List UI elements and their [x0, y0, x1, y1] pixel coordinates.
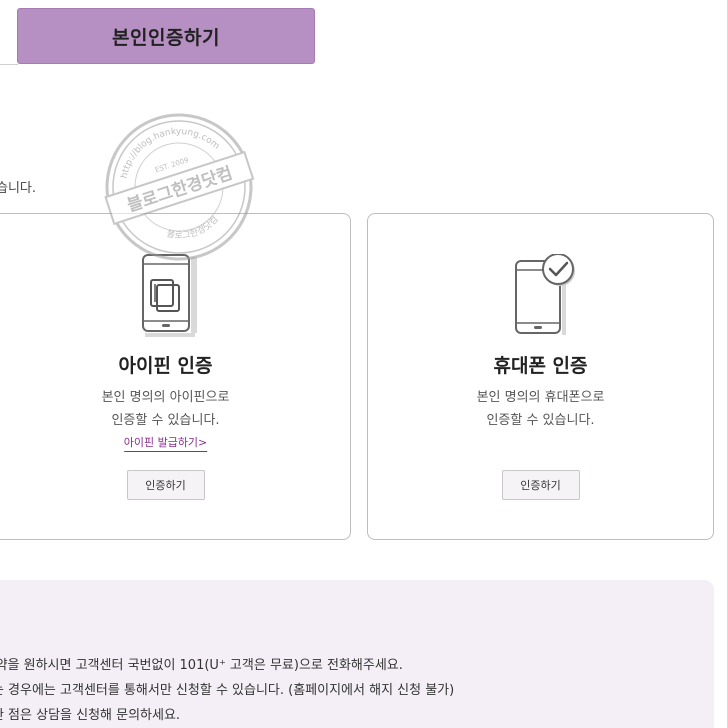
phone-desc-line2: 인증할 수 있습니다.: [486, 413, 595, 428]
svg-text:EST. 2009: EST. 2009: [154, 156, 189, 174]
tab-divider: [0, 64, 18, 65]
ipin-card-title: 아이핀 인증: [118, 355, 213, 377]
ipin-desc-line1: 본인 명의의 아이핀으로: [101, 390, 230, 405]
phone-card: 휴대폰 인증 본인 명의의 휴대폰으로 인증할 수 있습니다. 인증하기: [367, 213, 714, 540]
page-title-tab[interactable]: 본인인증하기: [17, 8, 315, 64]
ipin-card: 아이핀 인증 본인 명의의 아이핀으로 인증할 수 있습니다. 아이핀 발급하기…: [0, 213, 351, 540]
phone-card-title: 휴대폰 인증: [493, 355, 588, 377]
ipin-issue-link[interactable]: 아이핀 발급하기>: [123, 434, 208, 452]
phone-verify-button[interactable]: 인증하기: [501, 470, 580, 500]
phone-desc-line1: 본인 명의의 휴대폰으로: [476, 390, 605, 405]
phone-card-description: 본인 명의의 휴대폰으로 인증할 수 있습니다.: [368, 386, 713, 432]
svg-text:http://blog.hankyung.com: http://blog.hankyung.com: [110, 113, 223, 182]
intro-text: 습니다.: [0, 181, 37, 196]
notice-box: l예약을 원하시면 고객센터 국번없이 101(U⁺ 고객은 무료)으로 전화해…: [0, 580, 714, 728]
page: 본인인증하기 습니다. 아이핀 인증 본인 명의의 아이핀으로 인증할 수 있습…: [0, 0, 728, 728]
ipin-verify-button[interactable]: 인증하기: [126, 470, 205, 500]
phone-check-icon: [506, 253, 576, 338]
svg-text:블로그한경닷컴: 블로그한경닷컴: [124, 162, 235, 216]
ipin-desc-line2: 인증할 수 있습니다.: [111, 413, 220, 428]
ipin-card-description: 본인 명의의 아이핀으로 인증할 수 있습니다.: [0, 386, 350, 432]
notice-line-2: 하는 경우에는 고객센터를 통해서만 신청할 수 있습니다. (홈페이지에서 해…: [0, 683, 455, 698]
ipin-phone-icon: [131, 254, 201, 338]
notice-line-1: l예약을 원하시면 고객센터 국번없이 101(U⁺ 고객은 무료)으로 전화해…: [0, 658, 403, 673]
page-title: 본인인증하기: [112, 26, 220, 49]
notice-line-3: 금한 점은 상담을 신청해 문의하세요.: [0, 708, 181, 723]
